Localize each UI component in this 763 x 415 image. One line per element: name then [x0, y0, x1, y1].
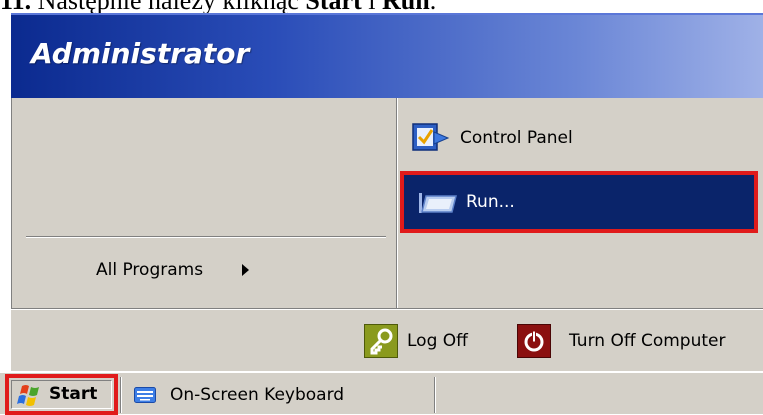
session-bar: Log Off Turn Off Computer	[11, 308, 763, 371]
keyboard-icon	[134, 387, 156, 403]
start-button[interactable]: Start	[5, 374, 118, 415]
run-item[interactable]: Run...	[400, 171, 758, 233]
chevron-right-icon	[242, 264, 249, 276]
user-name: Administrator	[31, 37, 250, 70]
taskbar: Start On-Screen Keyboard	[0, 371, 763, 415]
run-label: Run...	[466, 192, 515, 212]
all-programs-label: All Programs	[96, 260, 204, 280]
on-screen-keyboard-label: On-Screen Keyboard	[170, 385, 345, 405]
control-panel-label: Control Panel	[460, 128, 573, 148]
taskbar-button-on-screen-keyboard[interactable]: On-Screen Keyboard	[122, 377, 422, 413]
programs-separator	[26, 236, 386, 238]
session-bar-highlight	[11, 309, 763, 310]
windows-flag-icon	[17, 385, 39, 406]
start-label: Start	[49, 384, 98, 404]
control-panel-item[interactable]: Control Panel	[410, 118, 750, 158]
places-pane: Control Panel Run...	[396, 98, 763, 308]
control-panel-icon	[412, 123, 450, 151]
log-off-label: Log Off	[407, 331, 468, 351]
menu-edge	[0, 13, 11, 371]
power-icon	[517, 324, 551, 358]
turn-off-button[interactable]: Turn Off Computer	[517, 323, 762, 359]
key-icon	[364, 324, 398, 358]
turn-off-label: Turn Off Computer	[569, 331, 726, 351]
start-menu: Administrator All Programs Control Panel	[0, 13, 763, 371]
start-menu-header: Administrator	[11, 13, 763, 98]
log-off-button[interactable]: Log Off	[364, 323, 504, 359]
programs-pane: All Programs	[11, 98, 397, 308]
run-icon	[419, 193, 457, 213]
taskbar-separator	[434, 377, 436, 413]
all-programs-button[interactable]: All Programs	[96, 258, 276, 282]
